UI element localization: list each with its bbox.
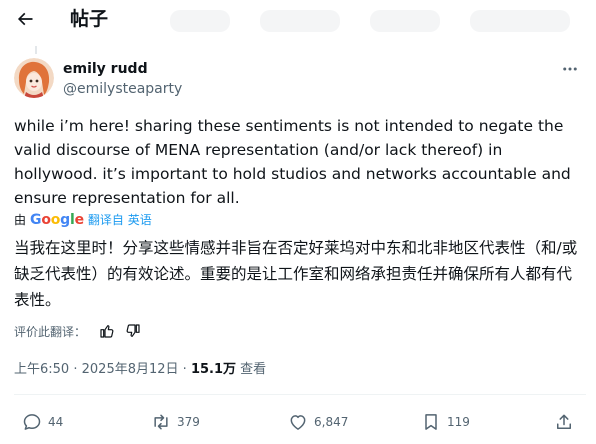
faded-overlay — [260, 10, 340, 32]
thumbs-up-button[interactable] — [96, 321, 118, 341]
more-options-button[interactable] — [560, 60, 580, 78]
rate-translation-label: 评价此翻译： — [14, 324, 87, 339]
faded-overlay — [470, 10, 570, 32]
back-button[interactable] — [12, 6, 38, 32]
meta-separator: · — [73, 362, 78, 377]
post-metadata: 上午6:50 · 2025年8月12日 · 15.1万 查看 — [14, 360, 266, 380]
views-count: 15.1万 — [190, 362, 237, 377]
post-time[interactable]: 上午6:50 — [14, 362, 69, 377]
faded-overlay — [370, 10, 440, 32]
bookmark-button[interactable]: 119 — [421, 408, 470, 436]
reply-button[interactable]: 44 — [22, 408, 63, 436]
author-display-name[interactable]: emily rudd — [63, 60, 148, 78]
avatar-illustration-icon — [14, 58, 54, 98]
meta-separator: · — [182, 362, 187, 377]
google-logo: Google — [30, 212, 84, 228]
bookmark-icon — [425, 414, 437, 430]
top-bar: 帖子 — [0, 0, 596, 44]
heart-icon — [290, 415, 306, 430]
translated-by-prefix: 由 — [14, 213, 27, 227]
faded-overlay — [170, 10, 230, 32]
repost-button[interactable]: 379 — [151, 408, 200, 436]
page-title: 帖子 — [70, 8, 109, 30]
author-handle[interactable]: @emilysteaparty — [63, 80, 182, 98]
post-date[interactable]: 2025年8月12日 — [82, 362, 179, 377]
arrow-left-icon — [17, 12, 33, 26]
reply-count: 44 — [48, 415, 64, 429]
reply-icon — [23, 414, 41, 430]
avatar[interactable] — [14, 58, 54, 98]
post-text: while i’m here! sharing these sentiments… — [14, 117, 571, 207]
share-icon — [557, 414, 571, 429]
translation-rating: 评价此翻译： — [14, 321, 148, 341]
thread-connector — [35, 46, 37, 54]
thumbs-down-button[interactable] — [122, 321, 144, 341]
action-bar: 44 379 6,847 119 — [0, 408, 596, 436]
like-button[interactable]: 6,847 — [288, 408, 348, 436]
divider — [14, 394, 586, 395]
bookmark-count: 119 — [447, 415, 470, 429]
like-count: 6,847 — [314, 415, 349, 429]
thumbs-down-icon — [126, 324, 140, 337]
translation-attribution: 由 Google 翻译自 英语 — [14, 211, 152, 229]
translated-post-text: 当我在这里时！分享这些情感并非旨在否定好莱坞对中东和北非地区代表性（和/或缺乏代… — [14, 239, 578, 309]
repost-count: 379 — [177, 415, 200, 429]
thumbs-up-icon — [100, 325, 114, 338]
translate-source-link[interactable]: 翻译自 英语 — [88, 211, 152, 229]
repost-icon — [154, 414, 168, 430]
more-horizontal-icon — [563, 67, 577, 71]
share-button[interactable] — [554, 408, 574, 436]
views-label: 查看 — [240, 362, 267, 377]
